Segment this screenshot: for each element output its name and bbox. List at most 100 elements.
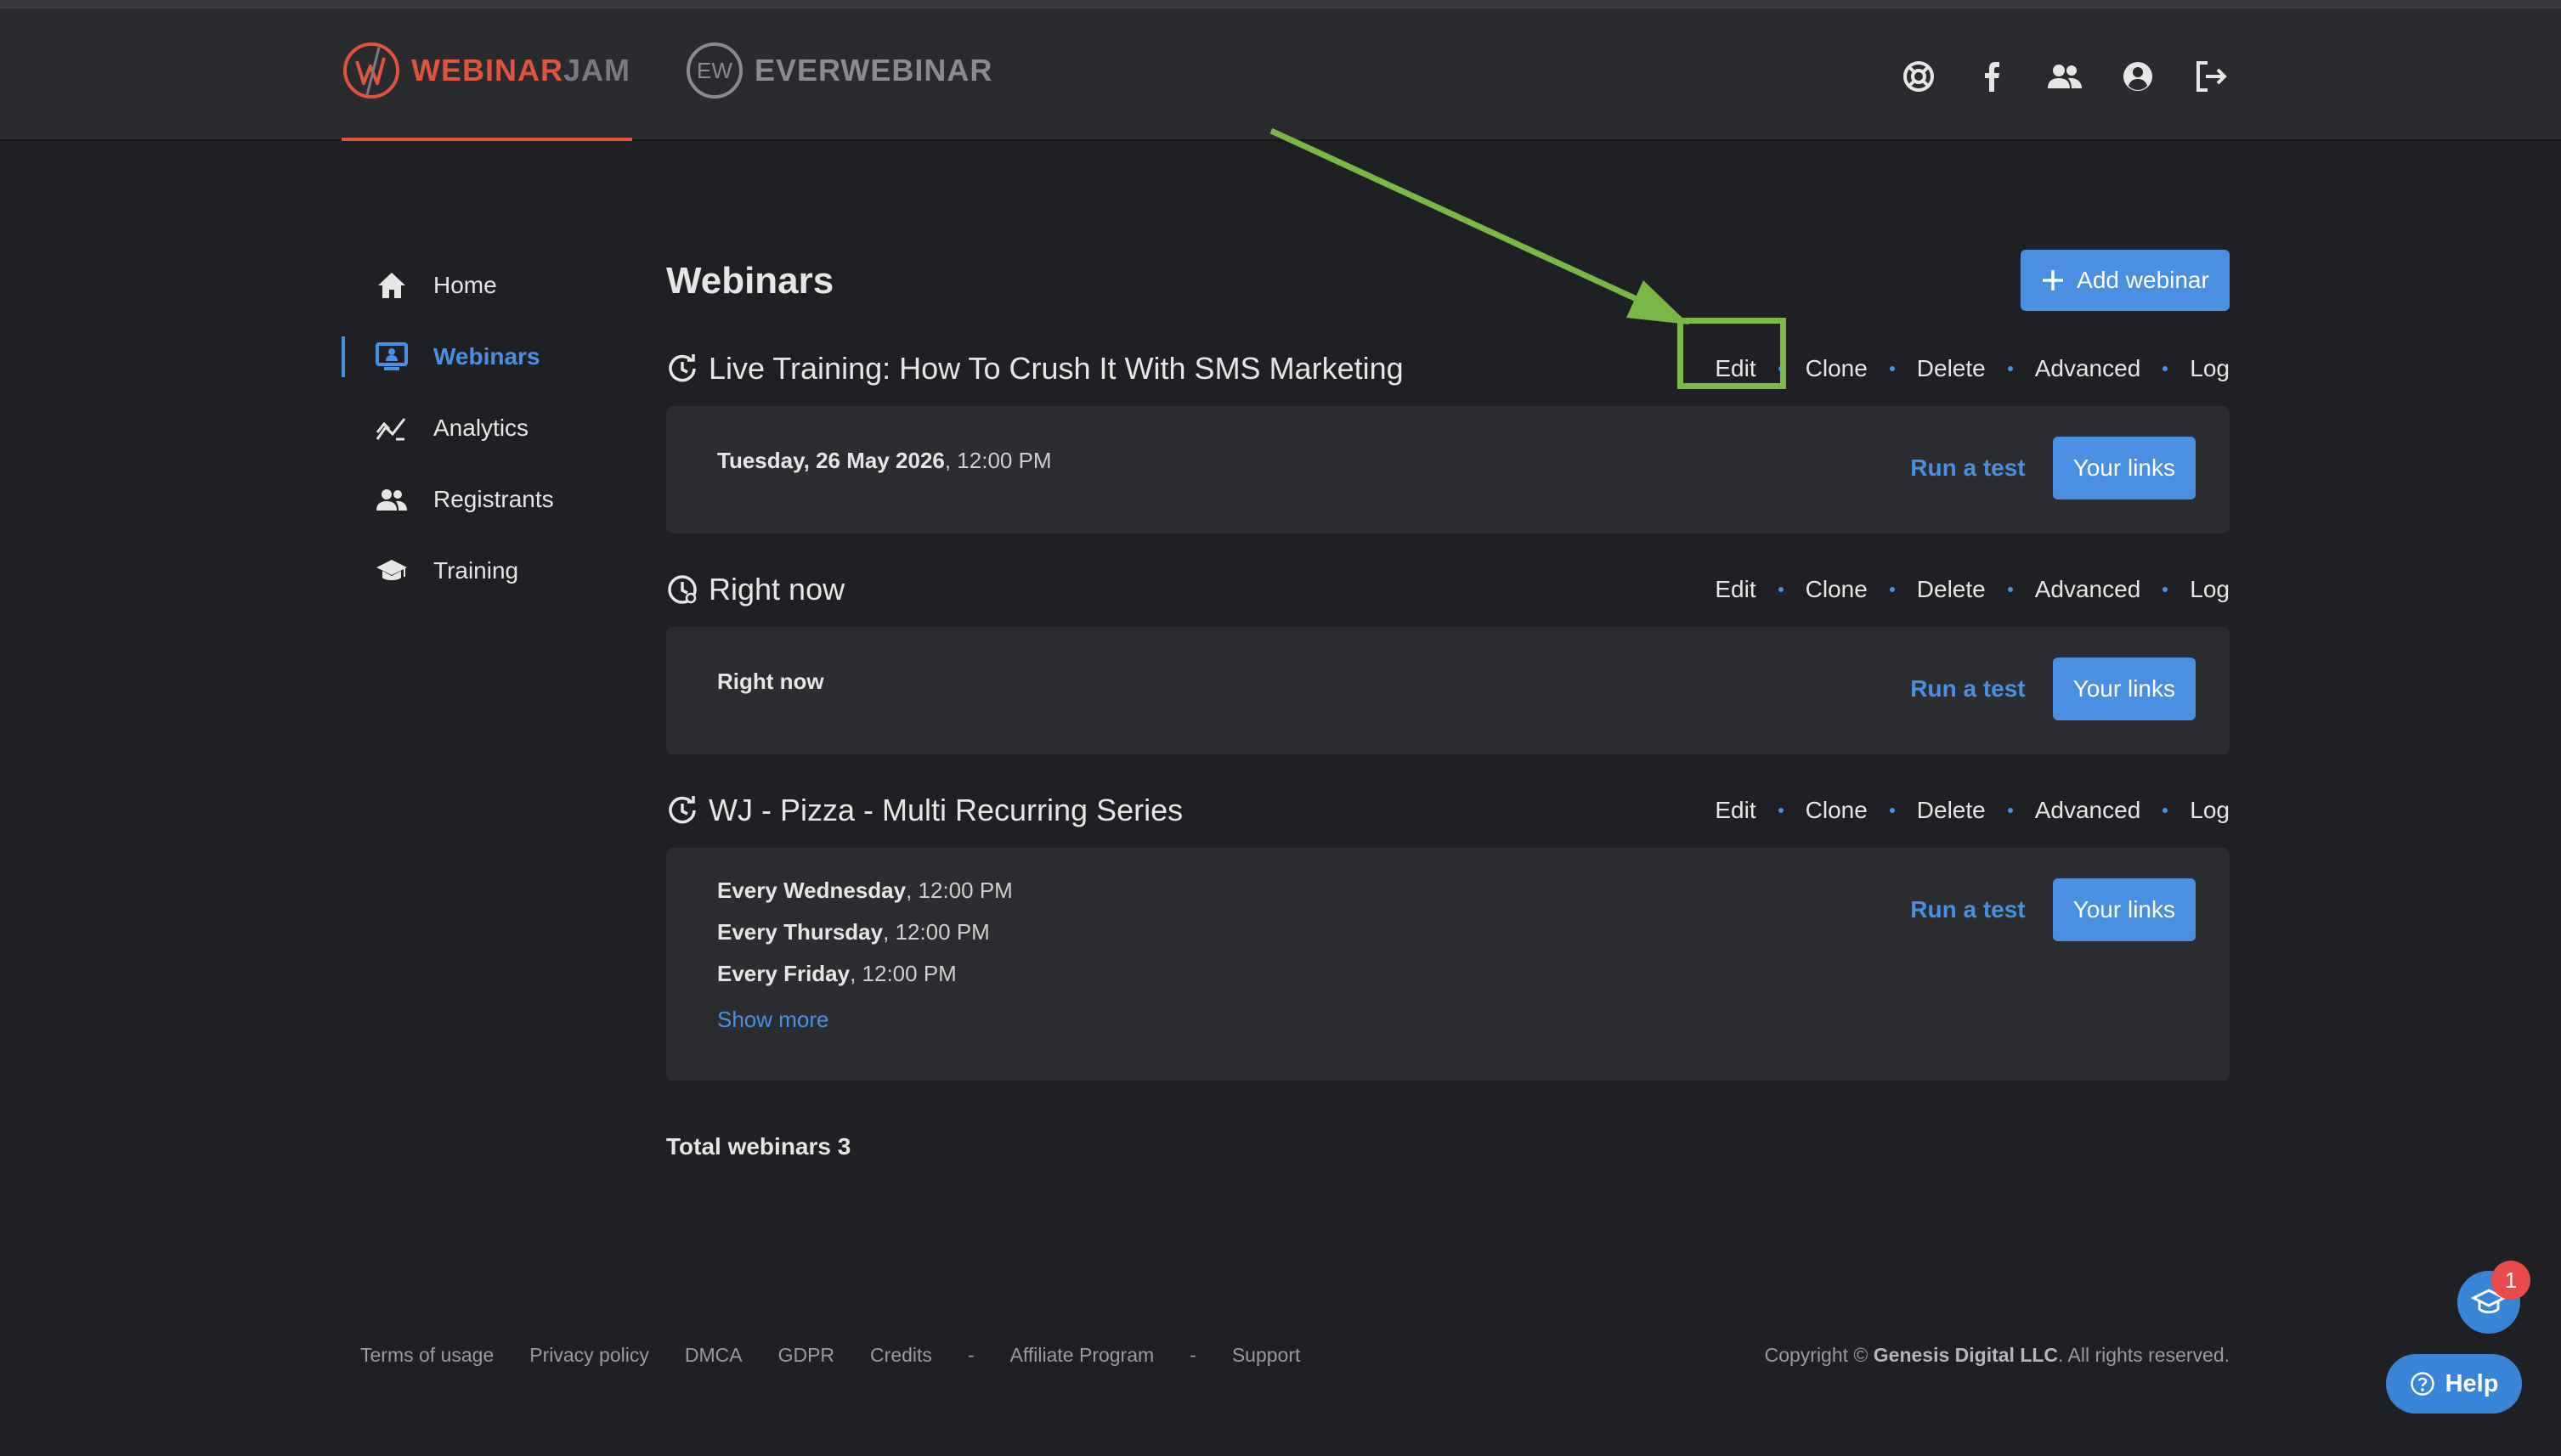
separator-dot	[2007, 587, 2013, 592]
people-icon	[376, 483, 408, 516]
header-icon-bar	[1900, 58, 2230, 95]
sidebar-item-label: Training	[433, 557, 519, 584]
run-test-link[interactable]: Run a test	[1910, 675, 2025, 703]
schedule-line: Every Friday, 12:00 PM	[717, 953, 2179, 995]
footer-link-support[interactable]: Support	[1232, 1344, 1301, 1367]
webinar-title[interactable]: Right now	[709, 572, 845, 607]
logout-icon[interactable]	[2192, 58, 2230, 95]
webinar-actions: Edit Clone Delete Advanced Log	[1715, 797, 2230, 824]
webinar-item: WJ - Pizza - Multi Recurring Series Edit…	[666, 785, 2230, 1081]
log-link[interactable]: Log	[2190, 797, 2230, 824]
page-title: Webinars	[666, 260, 834, 302]
app-header: WEBINARJAM EW EVERWEBINAR	[0, 8, 2561, 141]
sidebar-item-label: Analytics	[433, 415, 529, 441]
clone-link[interactable]: Clone	[1806, 355, 1868, 382]
separator-dot	[1889, 808, 1895, 813]
sidebar-item-label: Registrants	[433, 486, 554, 512]
sidebar-item-label: Webinars	[433, 343, 540, 370]
delete-link[interactable]: Delete	[1917, 797, 1986, 824]
run-test-link[interactable]: Run a test	[1910, 454, 2025, 482]
footer-links: Terms of usage Privacy policy DMCA GDPR …	[360, 1344, 1300, 1367]
total-webinars: Total webinars 3	[666, 1133, 851, 1160]
sidebar-item-label: Home	[433, 272, 497, 298]
footer-link-affiliate[interactable]: Affiliate Program	[1010, 1344, 1155, 1367]
log-link[interactable]: Log	[2190, 355, 2230, 382]
your-links-button[interactable]: Your links	[2052, 437, 2196, 499]
webinarjam-logo[interactable]: WEBINARJAM	[342, 41, 630, 100]
page-footer: Terms of usage Privacy policy DMCA GDPR …	[360, 1344, 2230, 1367]
separator-dot	[2162, 366, 2168, 371]
sidebar-item-training[interactable]: Training	[342, 535, 613, 607]
advanced-link[interactable]: Advanced	[2035, 576, 2141, 603]
run-test-link[interactable]: Run a test	[1910, 896, 2025, 923]
everwebinar-logo-icon: EW	[687, 42, 743, 99]
support-icon[interactable]	[1900, 58, 1937, 95]
webinar-card: Tuesday, 26 May 2026, 12:00 PM Run a tes…	[666, 406, 2230, 533]
schedule-time: , 12:00 PM	[906, 878, 1013, 903]
sidebar-item-analytics[interactable]: Analytics	[342, 392, 613, 464]
schedule-day: Every Friday	[717, 961, 851, 986]
monitor-icon	[376, 341, 408, 373]
clock-icon	[668, 575, 697, 604]
clone-link[interactable]: Clone	[1806, 797, 1868, 824]
help-button[interactable]: Help	[2386, 1354, 2522, 1414]
separator-dot	[2007, 808, 2013, 813]
sidebar-nav: Home Webinars Analytics Registrants Trai…	[342, 250, 613, 607]
account-icon[interactable]	[2119, 58, 2157, 95]
webinar-title[interactable]: Live Training: How To Crush It With SMS …	[709, 351, 1404, 387]
separator-dot	[1889, 587, 1895, 592]
edit-link[interactable]: Edit	[1677, 318, 1787, 389]
separator-dot	[1889, 366, 1895, 371]
notification-badge: 1	[2491, 1261, 2530, 1300]
footer-link-credits[interactable]: Credits	[870, 1344, 932, 1367]
brand-jam-text: JAM	[563, 53, 630, 87]
webinar-item: Right now Edit Clone Delete Advanced Log…	[666, 564, 2230, 754]
your-links-button[interactable]: Your links	[2052, 878, 2196, 941]
facebook-icon[interactable]	[1973, 58, 2010, 95]
schedule-time: , 12:00 PM	[883, 919, 990, 945]
everwebinar-logo[interactable]: EW EVERWEBINAR	[685, 41, 992, 100]
schedule-day: Every Wednesday	[717, 878, 907, 903]
footer-separator: -	[1190, 1344, 1196, 1366]
edit-link[interactable]: Edit	[1715, 576, 1755, 603]
separator-dot	[2162, 587, 2168, 592]
plus-icon	[2043, 270, 2064, 291]
show-more-link[interactable]: Show more	[717, 1007, 829, 1033]
sidebar-item-home[interactable]: Home	[342, 250, 613, 321]
separator-dot	[2007, 366, 2013, 371]
advanced-link[interactable]: Advanced	[2035, 355, 2141, 382]
schedule-day: Every Thursday	[717, 919, 884, 945]
add-webinar-label: Add webinar	[2077, 267, 2209, 293]
footer-link-terms[interactable]: Terms of usage	[360, 1344, 494, 1367]
sidebar-item-registrants[interactable]: Registrants	[342, 464, 613, 535]
schedule-time: , 12:00 PM	[944, 448, 1052, 473]
webinar-title[interactable]: WJ - Pizza - Multi Recurring Series	[709, 793, 1183, 828]
delete-link[interactable]: Delete	[1917, 355, 1986, 382]
copyright-company: Genesis Digital LLC	[1873, 1344, 2059, 1366]
footer-link-dmca[interactable]: DMCA	[685, 1344, 743, 1367]
recurring-clock-icon	[669, 354, 696, 382]
advanced-link[interactable]: Advanced	[2035, 797, 2141, 824]
delete-link[interactable]: Delete	[1917, 576, 1986, 603]
footer-link-privacy[interactable]: Privacy policy	[529, 1344, 649, 1367]
edit-link[interactable]: Edit	[1715, 797, 1755, 824]
webinar-card: Right now Run a test Your links	[666, 627, 2230, 754]
add-webinar-button[interactable]: Add webinar	[2021, 250, 2230, 311]
clone-link[interactable]: Clone	[1806, 576, 1868, 603]
active-brand-underline	[342, 138, 632, 141]
your-links-button[interactable]: Your links	[2052, 657, 2196, 720]
sidebar-item-webinars[interactable]: Webinars	[342, 321, 613, 392]
help-label: Help	[2445, 1369, 2499, 1397]
copyright-text: Copyright © Genesis Digital LLC. All rig…	[1765, 1344, 2230, 1367]
schedule-day: Tuesday, 26 May 2026	[717, 448, 945, 473]
log-link[interactable]: Log	[2190, 576, 2230, 603]
footer-link-gdpr[interactable]: GDPR	[778, 1344, 834, 1367]
copyright-suffix: . All rights reserved.	[2058, 1344, 2230, 1366]
separator-dot	[2162, 808, 2168, 813]
footer-separator: -	[967, 1344, 975, 1366]
webinar-actions: Edit Clone Delete Advanced Log	[1677, 318, 2230, 389]
brand-everwebinar-text: EVERWEBINAR	[755, 53, 993, 87]
team-icon[interactable]	[2046, 58, 2083, 95]
schedule-day: Right now	[717, 669, 824, 694]
webinar-actions: Edit Clone Delete Advanced Log	[1715, 576, 2230, 603]
